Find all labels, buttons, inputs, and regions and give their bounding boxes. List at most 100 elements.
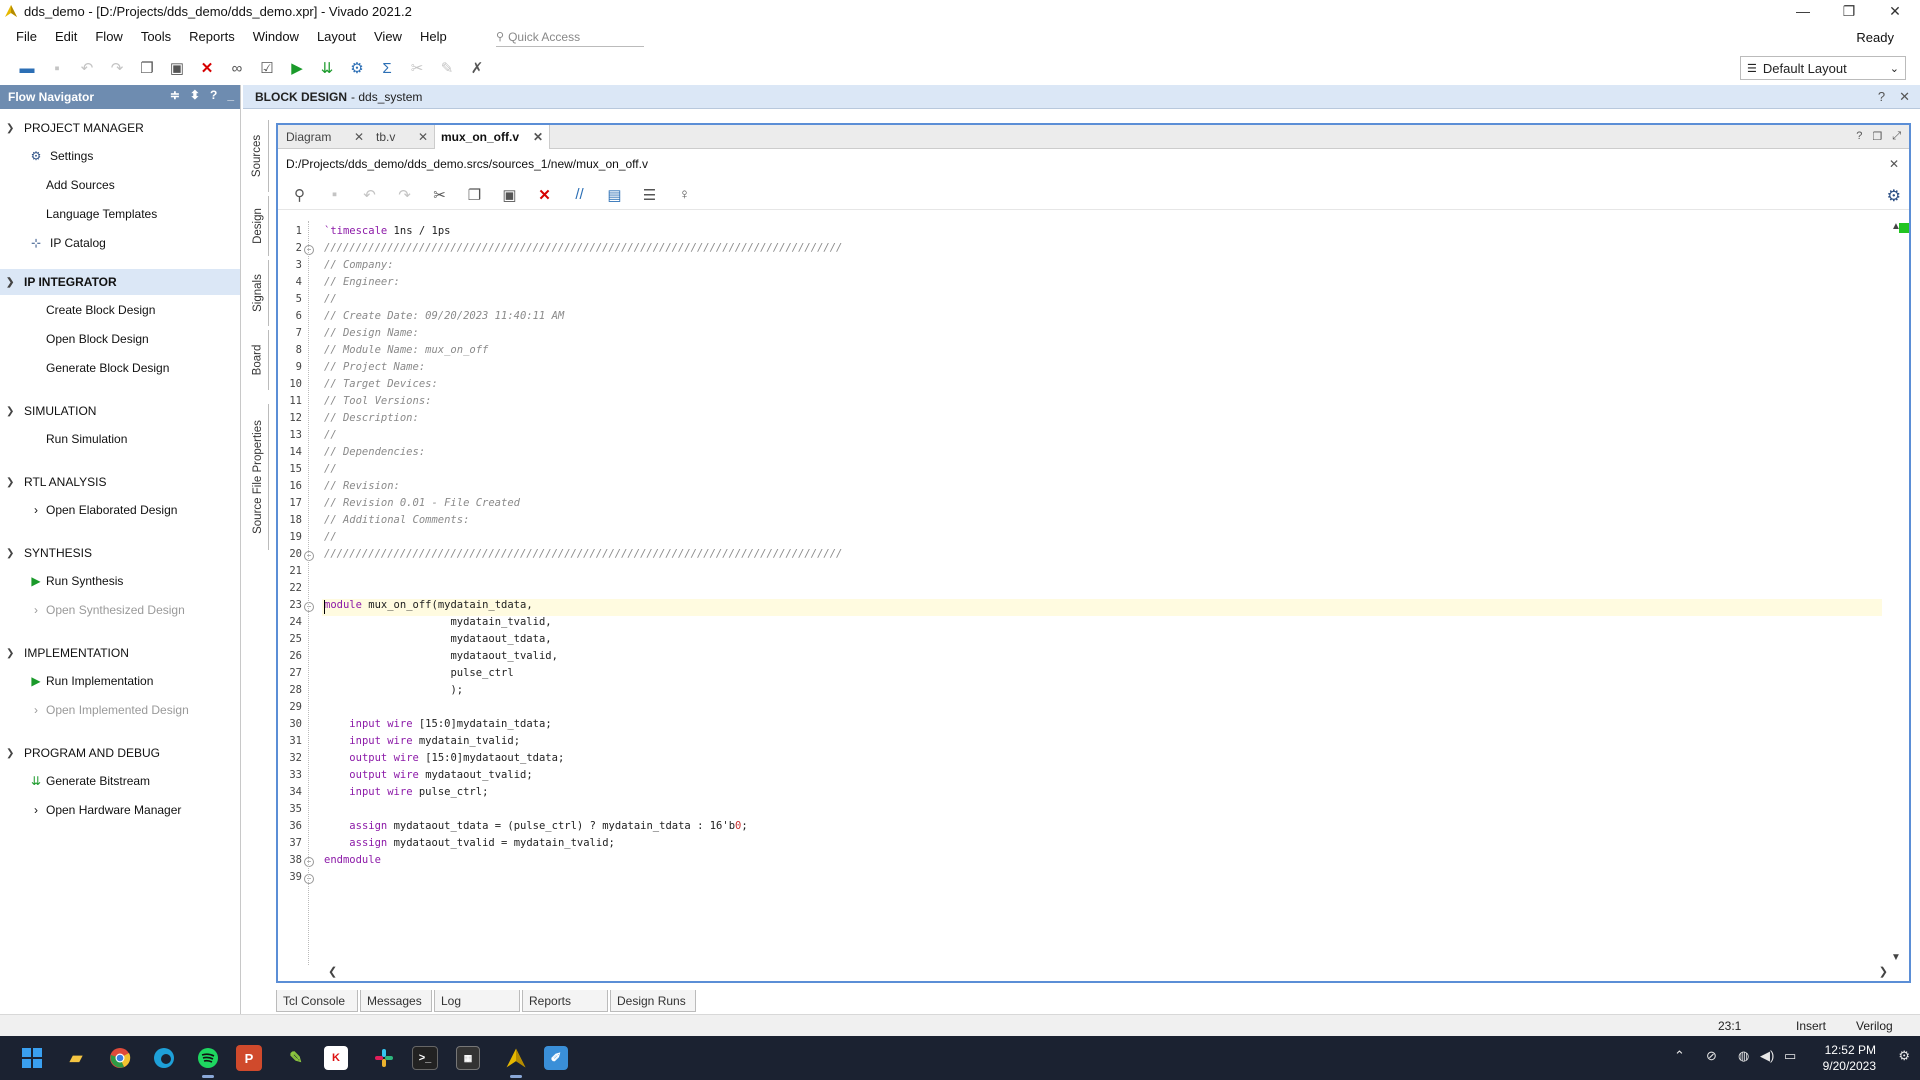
windows-start-icon[interactable] — [16, 1042, 48, 1074]
nav-item-open-block-design[interactable]: Open Block Design — [0, 324, 240, 353]
expand-all-icon[interactable]: ⬍ — [190, 88, 200, 102]
tab-tcl-console[interactable]: Tcl Console — [276, 990, 358, 1012]
section-rtl-analysis[interactable]: ❯ RTL ANALYSIS — [0, 469, 240, 495]
menu-layout[interactable]: Layout — [317, 29, 356, 44]
network-off-icon[interactable]: ⊘ — [1706, 1048, 1717, 1064]
drawing-app-icon[interactable]: ✐ — [544, 1046, 568, 1070]
menu-edit[interactable]: Edit — [55, 29, 77, 44]
section-implementation[interactable]: ❯ IMPLEMENTATION — [0, 640, 240, 666]
cut-icon[interactable]: ✂ — [422, 181, 457, 209]
clock[interactable]: 12:52 PM 9/20/2023 — [1823, 1042, 1876, 1074]
menu-file[interactable]: File — [16, 29, 37, 44]
delete-icon[interactable]: ✕ — [527, 181, 562, 209]
fold-toggle-icon[interactable]: − — [304, 857, 314, 867]
chevron-up-icon[interactable]: ⌃ — [1674, 1048, 1685, 1064]
tab-log[interactable]: Log — [434, 990, 520, 1012]
volume-icon[interactable]: ◀) — [1760, 1048, 1774, 1064]
run-icon[interactable]: ▶ — [282, 54, 312, 82]
notification-icon[interactable]: ⚙ — [1898, 1048, 1910, 1064]
gear-icon[interactable]: ⚙ — [1887, 186, 1901, 206]
scroll-left-icon[interactable]: ❮ — [328, 965, 337, 978]
check-icon[interactable]: ☑ — [252, 54, 282, 82]
nav-item-open-implemented-design[interactable]: › Open Implemented Design — [0, 695, 240, 724]
menu-reports[interactable]: Reports — [189, 29, 235, 44]
wps-icon[interactable]: K — [324, 1046, 348, 1070]
close-icon[interactable]: ✕ — [533, 130, 543, 144]
section-project-manager[interactable]: ❯ PROJECT MANAGER — [0, 115, 240, 141]
side-tab-signals[interactable]: Signals — [247, 260, 269, 326]
nav-item-run-simulation[interactable]: Run Simulation — [0, 424, 240, 453]
horizontal-scrollbar[interactable]: ❮ ❯ — [328, 965, 1888, 979]
battery-icon[interactable]: ▭ — [1784, 1048, 1796, 1064]
paste-icon[interactable]: ▣ — [492, 181, 527, 209]
search-icon[interactable]: ⚲ — [282, 181, 317, 209]
close-icon[interactable]: ✕ — [1899, 89, 1910, 105]
menu-view[interactable]: View — [374, 29, 402, 44]
block-icon[interactable]: ▤ — [597, 181, 632, 209]
tab-tb-v[interactable]: tb.v ✕ — [370, 125, 434, 149]
nav-item-language-templates[interactable]: Language Templates — [0, 199, 240, 228]
scroll-down-icon[interactable]: ▼ — [1891, 952, 1901, 963]
tab-diagram[interactable]: Diagram ✕ — [280, 125, 370, 149]
tab-design-runs[interactable]: Design Runs — [610, 990, 696, 1012]
fold-toggle-icon[interactable]: − — [304, 245, 314, 255]
menu-tools[interactable]: Tools — [141, 29, 171, 44]
help-icon[interactable]: ? — [1878, 89, 1885, 105]
side-tab-sources[interactable]: Sources — [247, 120, 269, 192]
collapse-all-icon[interactable]: ≑ — [170, 88, 180, 102]
help-icon[interactable]: ? — [1856, 130, 1862, 143]
powerpoint-icon[interactable]: P — [236, 1045, 262, 1071]
nav-item-open-hardware-manager[interactable]: › Open Hardware Manager — [0, 795, 240, 824]
copy-icon[interactable]: ❐ — [132, 54, 162, 82]
code-area[interactable]: 1 `timescale 1ns / 1ps 2−/////////////////… — [278, 221, 1882, 965]
notepad-icon[interactable]: ✎ — [280, 1042, 312, 1074]
terminal-icon[interactable]: >_ — [412, 1046, 438, 1070]
save-icon[interactable]: ▪ — [42, 54, 72, 82]
side-tab-board[interactable]: Board — [247, 330, 269, 390]
tab-mux-on-off-v[interactable]: mux_on_off.v ✕ — [434, 125, 550, 149]
settings-icon[interactable]: ⚙ — [342, 54, 372, 82]
delete-icon[interactable]: ✕ — [192, 54, 222, 82]
side-tab-source-file-properties[interactable]: Source File Properties — [247, 404, 269, 550]
globe-icon[interactable]: ◍ — [1738, 1048, 1749, 1064]
copy-icon[interactable]: ❐ — [457, 181, 492, 209]
close-window-button[interactable]: ✕ — [1872, 0, 1918, 22]
nav-item-run-synthesis[interactable]: ▶ Run Synthesis — [0, 566, 240, 595]
spotify-icon[interactable] — [192, 1042, 224, 1078]
wrench-icon[interactable]: ✂ — [402, 54, 432, 82]
redo-icon[interactable]: ↷ — [387, 181, 422, 209]
fold-toggle-icon[interactable]: − — [304, 874, 314, 884]
restore-icon[interactable]: ❐ — [1872, 130, 1882, 143]
minimize-panel-icon[interactable]: _ — [227, 88, 234, 102]
side-tab-design[interactable]: Design — [247, 196, 269, 256]
menu-help[interactable]: Help — [420, 29, 447, 44]
file-explorer-icon[interactable]: ▰ — [60, 1042, 92, 1074]
tool-icon[interactable]: ✗ — [462, 54, 492, 82]
menu-window[interactable]: Window — [253, 29, 299, 44]
nav-item-add-sources[interactable]: Add Sources — [0, 170, 240, 199]
undo-icon[interactable]: ↶ — [352, 181, 387, 209]
section-synthesis[interactable]: ❯ SYNTHESIS — [0, 540, 240, 566]
lightbulb-icon[interactable]: ♀ — [667, 181, 702, 209]
quick-access-search[interactable]: ⚲ Quick Access — [496, 27, 644, 47]
redo-icon[interactable]: ↷ — [102, 54, 132, 82]
paste-icon[interactable]: ▣ — [162, 54, 192, 82]
nav-item-open-elaborated-design[interactable]: › Open Elaborated Design — [0, 495, 240, 524]
comment-icon[interactable]: // — [562, 181, 597, 209]
fold-toggle-icon[interactable]: − — [304, 602, 314, 612]
open-project-icon[interactable]: ▬ — [12, 54, 42, 82]
undo-icon[interactable]: ↶ — [72, 54, 102, 82]
indent-icon[interactable]: ☰ — [632, 181, 667, 209]
slack-icon[interactable] — [368, 1042, 400, 1074]
nav-item-create-block-design[interactable]: Create Block Design — [0, 295, 240, 324]
help-icon[interactable]: ? — [210, 88, 217, 102]
close-icon[interactable]: ✕ — [1889, 157, 1899, 171]
edge-icon[interactable] — [148, 1042, 180, 1074]
section-ip-integrator[interactable]: ❯ IP INTEGRATOR — [0, 269, 240, 295]
maximize-icon[interactable]: ⤢ — [1892, 130, 1901, 143]
nav-item-run-implementation[interactable]: ▶ Run Implementation — [0, 666, 240, 695]
layout-select[interactable]: ☰ Default Layout ⌄ — [1740, 56, 1906, 80]
tab-messages[interactable]: Messages — [360, 990, 432, 1012]
maximize-button[interactable]: ❐ — [1826, 0, 1872, 22]
close-icon[interactable]: ✕ — [354, 130, 364, 144]
